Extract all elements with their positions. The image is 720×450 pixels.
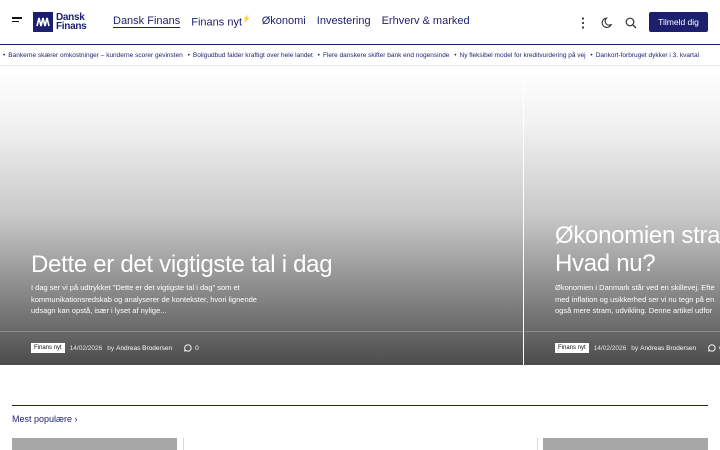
ticker-bullet: • <box>317 52 320 59</box>
article-thumbnail[interactable] <box>543 438 708 450</box>
menu-icon[interactable] <box>12 17 22 25</box>
article-meta: Finans nyt 14/02/2026 by Andreas Broders… <box>555 343 720 353</box>
author-name[interactable]: Andreas Brodersen <box>640 345 696 352</box>
article-thumbnail[interactable] <box>12 438 177 450</box>
column-divider <box>183 438 184 450</box>
most-popular-link[interactable]: Mest populære › <box>12 414 78 424</box>
publish-date: 14/02/2026 <box>593 344 627 352</box>
chevron-right-icon: › <box>74 414 78 424</box>
search-icon[interactable] <box>625 16 637 34</box>
ticker-bullet: • <box>590 52 593 59</box>
hero-card[interactable]: Dette er det vigtigste tal i dag I dag s… <box>0 67 523 365</box>
comment-icon[interactable] <box>184 344 192 352</box>
nav-item-okonomi[interactable]: Økonomi <box>262 15 306 29</box>
main-nav: Dansk Finans Finans nyt⚡ Økonomi Investe… <box>113 15 481 29</box>
hero-carousel: Dette er det vigtigste tal i dag I dag s… <box>0 67 720 365</box>
ticker-item[interactable]: Dankort-forbruget dykker i 3. kvartal <box>596 52 699 59</box>
news-ticker: • Bankerne skærer omkostninger – kunderne… <box>0 44 720 66</box>
ticker-bullet: • <box>454 52 457 59</box>
lightning-icon: ⚡ <box>242 16 251 23</box>
dark-mode-moon-icon[interactable] <box>601 16 613 34</box>
ticker-bullet: • <box>3 52 6 59</box>
article-title[interactable]: Økonomien stran Hvad nu? <box>555 222 720 278</box>
hero-card[interactable]: Økonomien stran Hvad nu? Økonomien i Dan… <box>524 67 720 365</box>
divider <box>524 331 720 332</box>
site-logo[interactable]: Dansk Finans <box>33 12 87 32</box>
article-excerpt: Økonomien i Danmark står ved en skilleve… <box>555 283 715 315</box>
column-divider <box>537 438 538 450</box>
site-header: Dansk Finans Dansk Finans Finans nyt⚡ Øk… <box>0 0 720 44</box>
nav-item-erhverv-marked[interactable]: Erhverv & marked <box>382 15 470 29</box>
more-options-icon[interactable] <box>580 16 586 34</box>
logo-mark-icon <box>33 12 53 32</box>
logo-text: Dansk Finans <box>56 12 87 32</box>
nav-item-dansk-finans[interactable]: Dansk Finans <box>113 15 180 29</box>
byline-prefix: by <box>631 344 639 352</box>
ticker-item[interactable]: Boligudbud falder kraftigt over hele lan… <box>193 52 313 59</box>
article-title[interactable]: Dette er det vigtigste tal i dag <box>31 251 333 279</box>
publish-date: 14/02/2026 <box>69 344 103 352</box>
ticker-bullet: • <box>187 52 190 59</box>
nav-item-investering[interactable]: Investering <box>317 15 371 29</box>
article-excerpt: I dag ser vi på udtrykket "Dette er det … <box>31 283 257 315</box>
signup-button[interactable]: Tilmeld dig <box>649 12 708 32</box>
category-tag[interactable]: Finans nyt <box>31 343 65 353</box>
nav-item-finans-nyt[interactable]: Finans nyt⚡ <box>191 15 250 29</box>
section-divider <box>12 405 708 406</box>
ticker-item[interactable]: Bankerne skærer omkostninger – kunderne … <box>8 52 183 59</box>
article-meta: Finans nyt 14/02/2026 by Andreas Broders… <box>31 343 199 353</box>
author-name[interactable]: Andreas Brodersen <box>116 345 172 352</box>
ticker-item[interactable]: Ny fleksibel model for kreditvurdering p… <box>460 52 586 59</box>
comment-count: 0 <box>195 344 199 352</box>
category-tag[interactable]: Finans nyt <box>555 343 589 353</box>
comment-icon[interactable] <box>708 344 716 352</box>
byline-prefix: by <box>107 344 115 352</box>
ticker-item[interactable]: Flere danskere skifter bank end nogensin… <box>323 52 449 59</box>
divider <box>0 331 523 332</box>
